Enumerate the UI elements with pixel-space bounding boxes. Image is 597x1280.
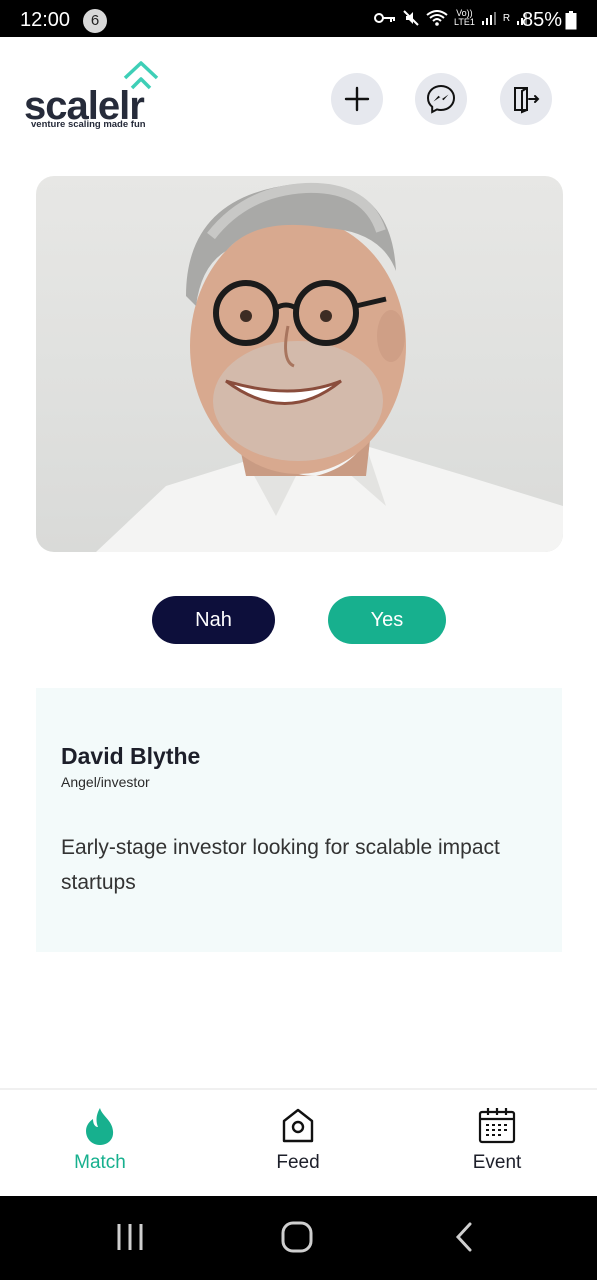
system-navigation-bar bbox=[0, 1196, 597, 1280]
recent-apps-icon[interactable] bbox=[114, 1220, 146, 1254]
messenger-icon bbox=[426, 84, 456, 114]
system-icons: Vo)) LTE1 R bbox=[374, 9, 530, 27]
nah-button[interactable]: Nah bbox=[152, 596, 275, 644]
battery-indicator: 85% bbox=[522, 9, 577, 32]
tab-match-label: Match bbox=[74, 1152, 126, 1173]
flame-icon bbox=[86, 1108, 114, 1145]
battery-percent: 85% bbox=[522, 9, 563, 31]
status-bar: 12:00 6 Vo)) LTE1 R 85% bbox=[0, 0, 597, 37]
plus-icon bbox=[344, 86, 370, 112]
add-button[interactable] bbox=[331, 73, 383, 125]
back-nav-icon[interactable] bbox=[452, 1220, 476, 1254]
yes-button[interactable]: Yes bbox=[328, 596, 446, 644]
home-icon bbox=[282, 1108, 314, 1143]
status-time: 12:00 bbox=[20, 9, 71, 31]
network-type: Vo)) LTE1 bbox=[454, 9, 475, 27]
bottom-tab-bar: Match Feed Event bbox=[0, 1088, 597, 1198]
logout-icon bbox=[514, 87, 540, 114]
tab-event[interactable]: Event bbox=[437, 1106, 557, 1174]
logout-button[interactable] bbox=[500, 73, 552, 125]
tab-feed[interactable]: Feed bbox=[238, 1106, 358, 1174]
profile-portrait-image bbox=[96, 182, 563, 552]
yes-button-label: Yes bbox=[370, 608, 404, 631]
profile-name: David Blythe bbox=[61, 743, 201, 769]
wifi-icon bbox=[426, 10, 448, 26]
tab-feed-label: Feed bbox=[276, 1152, 320, 1173]
notification-count-badge: 6 bbox=[83, 9, 107, 33]
profile-role: Angel/investor bbox=[61, 774, 150, 790]
tab-event-label: Event bbox=[472, 1152, 522, 1173]
calendar-icon bbox=[478, 1108, 516, 1144]
vpn-key-icon bbox=[374, 13, 395, 23]
signal-icon bbox=[481, 12, 496, 25]
nah-button-label: Nah bbox=[195, 608, 232, 631]
profile-photo bbox=[36, 176, 563, 552]
app-logo[interactable]: scalelr venture scaling made fun bbox=[24, 61, 164, 137]
logo-tagline: venture scaling made fun bbox=[31, 119, 146, 130]
app-header: scalelr venture scaling made fun bbox=[0, 37, 597, 157]
roaming-indicator: R bbox=[502, 12, 511, 24]
network-label-bottom: LTE1 bbox=[454, 17, 475, 27]
profile-bio: Early-stage investor looking for scalabl… bbox=[61, 836, 500, 894]
messages-button[interactable] bbox=[415, 73, 467, 125]
tab-match[interactable]: Match bbox=[40, 1106, 160, 1174]
home-nav-icon[interactable] bbox=[280, 1220, 314, 1254]
profile-card: David Blythe Angel/investor Early-stage … bbox=[36, 688, 562, 952]
battery-icon bbox=[565, 11, 577, 30]
mute-icon bbox=[403, 10, 419, 26]
